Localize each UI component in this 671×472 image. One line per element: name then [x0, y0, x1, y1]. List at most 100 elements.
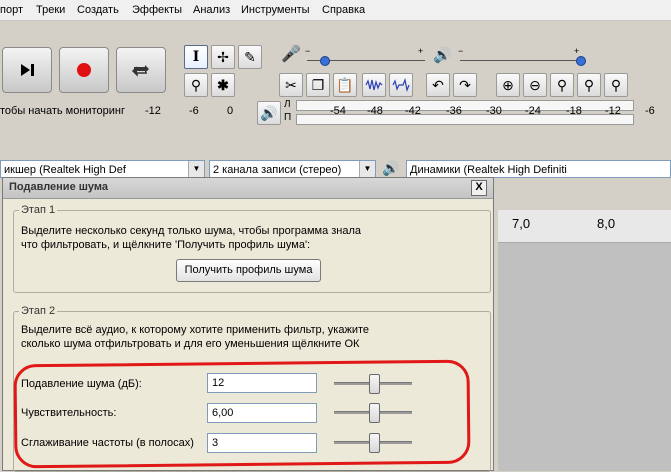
plus-icon: +: [418, 46, 424, 56]
redo-button[interactable]: ↷: [453, 73, 477, 97]
noise-reduction-dialog: Подавление шума X Этап 1 Выделите нескол…: [2, 177, 494, 472]
draw-tool-button[interactable]: ✎: [238, 45, 262, 69]
playback-meter-tick: -54: [330, 105, 346, 117]
step1-title: Этап 1: [19, 204, 58, 216]
cursor-i-icon: I: [192, 49, 200, 65]
record-meter-tick: -6: [189, 105, 199, 117]
fit-project-button[interactable]: ⚲: [577, 73, 601, 97]
paste-button[interactable]: 📋: [333, 73, 357, 97]
cut-button[interactable]: ✂: [279, 73, 303, 97]
menu-item-help[interactable]: Справка: [322, 4, 365, 16]
dialog-title: Подавление шума: [9, 181, 108, 193]
close-icon: X: [475, 181, 483, 193]
playback-volume-thumb[interactable]: [576, 56, 586, 66]
monitor-hint[interactable]: тобы начать мониторинг: [0, 105, 125, 117]
multi-tool-button[interactable]: ✱: [211, 73, 235, 97]
timeline-tick: 7,0: [512, 216, 531, 231]
zoom-toggle-icon: ⚲: [610, 76, 622, 93]
envelope-icon: ✢: [217, 48, 229, 65]
menu-bar: порт Треки Создать Эффекты Анализ Инстру…: [0, 0, 671, 21]
speaker-icon-3: 🔊: [382, 160, 400, 176]
fit-project-icon: ⚲: [583, 76, 595, 93]
record-icon: [77, 63, 91, 77]
copy-icon: ❐: [311, 76, 325, 93]
frequency-smoothing-slider-thumb[interactable]: [368, 433, 380, 453]
noise-reduction-slider-thumb[interactable]: [368, 374, 380, 394]
selection-tool-button[interactable]: I: [184, 45, 208, 69]
playback-device-value: Динамики (Realtek High Definiti: [410, 164, 567, 176]
minus-icon-2: −: [458, 46, 464, 56]
menu-item-effects[interactable]: Эффекты: [132, 4, 182, 16]
chevron-down-icon: ▼: [188, 161, 204, 177]
record-volume-thumb[interactable]: [320, 56, 330, 66]
menu-item-export[interactable]: порт: [0, 4, 23, 16]
record-meter-tick: 0: [227, 105, 234, 117]
chevron-down-icon: ▼: [359, 161, 375, 177]
speaker-icon-2: 🔊: [260, 104, 278, 121]
loop-button[interactable]: [116, 47, 166, 93]
zoom-in-button[interactable]: ⊕: [496, 73, 520, 97]
trim-button[interactable]: [362, 73, 386, 97]
recording-device-select[interactable]: икшер (Realtek High Def ▼: [0, 160, 205, 178]
undo-button[interactable]: ↶: [426, 73, 450, 97]
record-button[interactable]: [59, 47, 109, 93]
redo-icon: ↷: [459, 76, 471, 93]
pencil-icon: ✎: [244, 48, 256, 65]
sensitivity-input[interactable]: 6,00: [207, 403, 317, 423]
zoom-toggle-button[interactable]: ⚲: [604, 73, 628, 97]
playback-meter-left: [296, 100, 634, 111]
frequency-smoothing-label: Сглаживание частоты (в полосах): [21, 437, 194, 449]
playback-device-select[interactable]: Динамики (Realtek High Definiti: [406, 160, 671, 178]
clipboard-icon: 📋: [336, 76, 354, 93]
step2-title: Этап 2: [19, 305, 58, 317]
magnifier-icon: ⚲: [190, 76, 202, 93]
zoom-out-icon: ⊖: [529, 76, 541, 93]
recording-device-value: икшер (Realtek High Def: [4, 164, 126, 176]
noise-reduction-input[interactable]: 12: [207, 373, 317, 393]
zoom-in-icon: ⊕: [502, 76, 514, 93]
envelope-tool-button[interactable]: ✢: [211, 45, 235, 69]
trim-waveform-icon: [365, 79, 383, 91]
channel-left-label: Л: [284, 99, 291, 110]
playback-meter-tick: -48: [367, 105, 383, 117]
menu-item-tools[interactable]: Инструменты: [241, 4, 310, 16]
playback-meter-tick: -36: [446, 105, 462, 117]
zoom-tool-button[interactable]: ⚲: [184, 73, 208, 97]
silence-waveform-icon: [392, 78, 410, 92]
timeline-ruler[interactable]: 7,0 8,0: [498, 210, 671, 243]
sensitivity-slider-thumb[interactable]: [368, 403, 380, 423]
zoom-out-button[interactable]: ⊖: [523, 73, 547, 97]
asterisk-icon: ✱: [217, 76, 229, 93]
silence-button[interactable]: [389, 73, 413, 97]
menu-item-tracks[interactable]: Треки: [36, 4, 65, 16]
playback-meter-tick: -42: [405, 105, 421, 117]
skip-to-end-button[interactable]: [2, 47, 52, 93]
microphone-icon: 🎤: [281, 46, 301, 63]
minus-icon: −: [305, 46, 311, 56]
playback-meter-tick: -30: [486, 105, 502, 117]
menu-item-analyze[interactable]: Анализ: [193, 4, 230, 16]
step2-description-line1: Выделите всё аудио, к которому хотите пр…: [21, 324, 369, 336]
playback-meter-right: [296, 114, 634, 125]
playback-meter-tick: -24: [525, 105, 541, 117]
skip-end-icon: [21, 64, 34, 76]
step2-description-line2: сколько шума отфильтровать и для его уме…: [21, 338, 360, 350]
playback-meter-button[interactable]: 🔊: [257, 101, 281, 125]
frequency-smoothing-input[interactable]: 3: [207, 433, 317, 453]
undo-icon: ↶: [432, 76, 444, 93]
plus-icon-2: +: [574, 46, 580, 56]
channels-select[interactable]: 2 канала записи (стерео) ▼: [209, 160, 376, 178]
step1-description-line2: что фильтровать, и щёлкните 'Получить пр…: [21, 239, 311, 251]
dialog-titlebar[interactable]: Подавление шума X: [3, 178, 493, 199]
menu-item-generate[interactable]: Создать: [77, 4, 119, 16]
channels-value: 2 канала записи (стерео): [213, 164, 342, 176]
step1-description-line1: Выделите несколько секунд только шума, ч…: [21, 225, 362, 237]
fit-selection-button[interactable]: ⚲: [550, 73, 574, 97]
playback-meter-tick: -6: [645, 105, 655, 117]
close-button[interactable]: X: [471, 180, 487, 196]
playback-volume-slider[interactable]: [460, 60, 580, 61]
track-area[interactable]: [498, 243, 671, 471]
copy-button[interactable]: ❐: [306, 73, 330, 97]
get-noise-profile-button[interactable]: Получить профиль шума: [176, 259, 321, 282]
record-meter-tick: -12: [145, 105, 161, 117]
